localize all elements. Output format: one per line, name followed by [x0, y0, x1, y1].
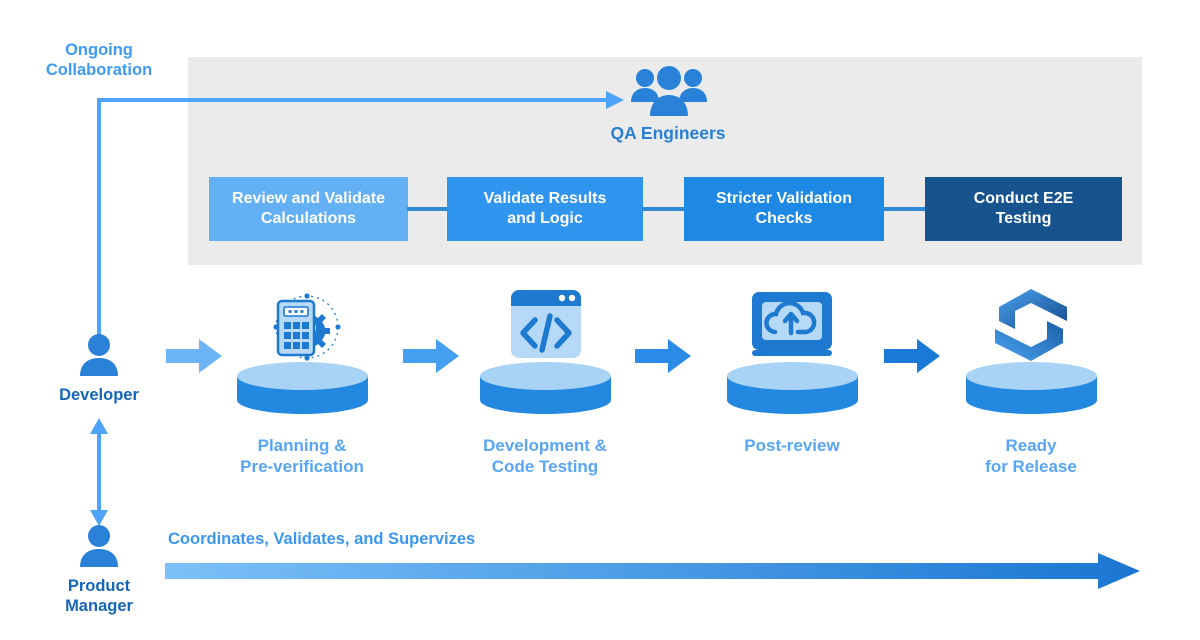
- platform-disc: [966, 362, 1097, 414]
- stage-label: Development & Code Testing: [483, 436, 607, 476]
- supervision-label: Coordinates, Validates, and Supervizes: [168, 530, 476, 548]
- stage-label: Ready for Release: [985, 436, 1077, 476]
- qa-step-box[interactable]: Conduct E2E Testing: [925, 177, 1122, 241]
- qa-step-box[interactable]: Review and Validate Calculations: [209, 177, 408, 241]
- diagram-canvas: Ongoing Collaboration QA Engineers Revie…: [0, 0, 1200, 640]
- hexagon-s-logo-icon: [995, 289, 1067, 361]
- stage-label: Planning & Pre-verification: [240, 436, 364, 476]
- platform-disc: [237, 362, 368, 414]
- platform-disc: [480, 362, 611, 414]
- people-group-icon: [631, 66, 707, 116]
- arrow-right-icon: [635, 339, 691, 373]
- ongoing-collaboration-label: Ongoing Collaboration: [45, 41, 153, 80]
- person-icon: [80, 334, 118, 376]
- qa-step-connector: [883, 207, 926, 211]
- gradient-arrow-right-icon: [165, 553, 1140, 589]
- developer-label: Developer: [59, 386, 139, 404]
- developer-pm-link: [90, 418, 108, 526]
- qa-step-connector: [642, 207, 685, 211]
- qa-step-box[interactable]: Validate Results and Logic: [447, 177, 643, 241]
- qa-step-box[interactable]: Stricter Validation Checks: [684, 177, 884, 241]
- product-manager-label: Product Manager: [65, 577, 133, 616]
- code-window-icon: [511, 290, 581, 358]
- stage-label: Post-review: [744, 436, 840, 455]
- monitor-cloud-upload-icon: [752, 292, 832, 356]
- qa-engineers-label: QA Engineers: [610, 123, 726, 143]
- person-icon: [80, 525, 118, 567]
- arrow-right-icon: [403, 339, 459, 373]
- calculator-gear-icon: [273, 293, 341, 361]
- arrow-right-icon: [884, 339, 940, 373]
- platform-disc: [727, 362, 858, 414]
- arrow-right-icon: [166, 339, 222, 373]
- qa-step-connector: [407, 207, 448, 211]
